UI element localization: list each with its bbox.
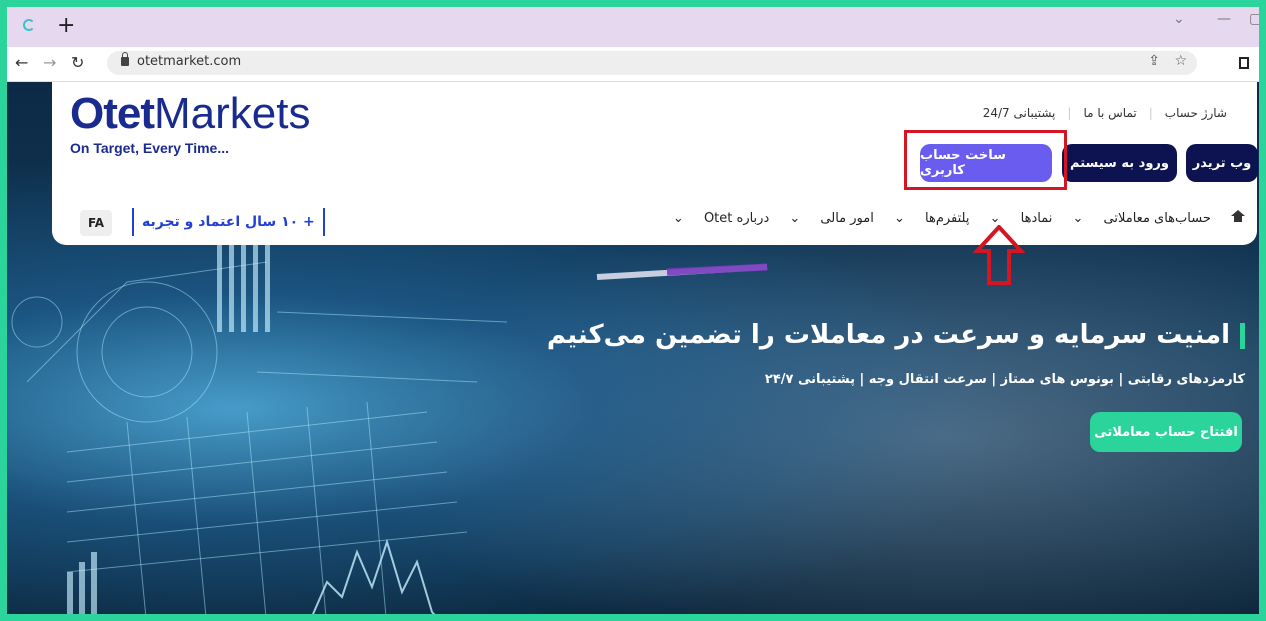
browser-tab-strip: + ⌄ — ▢ <box>7 7 1259 47</box>
address-bar[interactable]: otetmarket.com ⇪ ☆ <box>107 51 1197 75</box>
star-icon[interactable]: ☆ <box>1174 53 1187 69</box>
login-button[interactable]: ورود به سیستم <box>1062 144 1177 182</box>
nav-label: درباره Otet <box>703 211 770 226</box>
browser-toolbar: ← → ↻ otetmarket.com ⇪ ☆ <box>7 47 1259 82</box>
menu-icon[interactable] <box>1239 57 1249 69</box>
reload-icon[interactable]: ↻ <box>71 53 84 72</box>
top-link-contact[interactable]: تماس با ما <box>1071 106 1148 120</box>
nav-label: نمادها <box>1020 211 1053 226</box>
url-text[interactable]: otetmarket.com <box>137 54 241 69</box>
nav-label: پلتفرم‌ها <box>925 211 970 226</box>
otet-markets-logo[interactable]: OtetMarkets On Target, Every Time... <box>70 89 311 157</box>
red-arrow-icon <box>973 225 1025 285</box>
nav-item-accounts[interactable]: حساب‌های معاملاتی ⌄ <box>1073 211 1211 226</box>
logo-brand-light: Markets <box>154 89 311 138</box>
home-icon[interactable] <box>1231 210 1245 222</box>
language-selector[interactable]: FA <box>80 210 112 236</box>
nav-item-platforms[interactable]: پلتفرم‌ها ⌄ <box>894 211 970 226</box>
minimize-icon[interactable]: — <box>1217 11 1231 27</box>
nav-item-finance[interactable]: امور مالی ⌄ <box>789 211 873 226</box>
hero-headline: امنیت سرمایه و سرعت در معاملات را تضمین … <box>547 320 1245 350</box>
nav-item-symbols[interactable]: نمادها ⌄ <box>990 211 1053 226</box>
hero-headline-text: امنیت سرمایه و سرعت در معاملات را تضمین … <box>546 320 1230 350</box>
nav-label: حساب‌های معاملاتی <box>1103 211 1211 226</box>
headline-accent-bar <box>1240 322 1245 349</box>
top-link-support[interactable]: پشتیبانی 24/7 <box>971 106 1068 120</box>
share-icon[interactable]: ⇪ <box>1148 53 1160 69</box>
open-account-button[interactable]: افتتاح حساب معاملاتی <box>1090 412 1242 452</box>
hero-subline: کارمزدهای رقابتی | بونوس های ممتاز | سرع… <box>764 372 1245 387</box>
web-page: OtetMarkets On Target, Every Time... شار… <box>7 82 1259 614</box>
back-arrow-icon[interactable]: ← <box>15 53 28 72</box>
logo-brand-bold: Otet <box>70 89 155 138</box>
top-links: شارژ حساب|تماس با ما|پشتیبانی 24/7 <box>971 106 1239 120</box>
new-tab-button[interactable]: + <box>57 12 75 40</box>
top-link-charge-account[interactable]: شارژ حساب <box>1153 106 1239 120</box>
nav-item-about[interactable]: درباره Otet ⌄ <box>673 211 769 226</box>
forward-arrow-icon[interactable]: → <box>43 53 56 72</box>
screenshot-frame: + ⌄ — ▢ ← → ↻ otetmarket.com ⇪ ☆ OtetMar… <box>0 0 1266 621</box>
signup-highlight-box <box>904 130 1067 190</box>
site-header: OtetMarkets On Target, Every Time... شار… <box>52 82 1258 245</box>
years-experience-badge: + ۱۰ سال اعتماد و تجربه <box>132 208 325 236</box>
maximize-icon[interactable]: ▢ <box>1249 11 1259 27</box>
nav-label: امور مالی <box>820 211 874 226</box>
site-favicon-icon[interactable] <box>23 19 35 31</box>
lock-icon[interactable] <box>121 52 129 66</box>
omnibox-actions: ⇪ ☆ <box>1148 53 1187 69</box>
logo-tagline: On Target, Every Time... <box>70 140 229 156</box>
chevron-down-icon[interactable]: ⌄ <box>1173 11 1185 27</box>
webtrader-button[interactable]: وب تریدر <box>1186 144 1258 182</box>
